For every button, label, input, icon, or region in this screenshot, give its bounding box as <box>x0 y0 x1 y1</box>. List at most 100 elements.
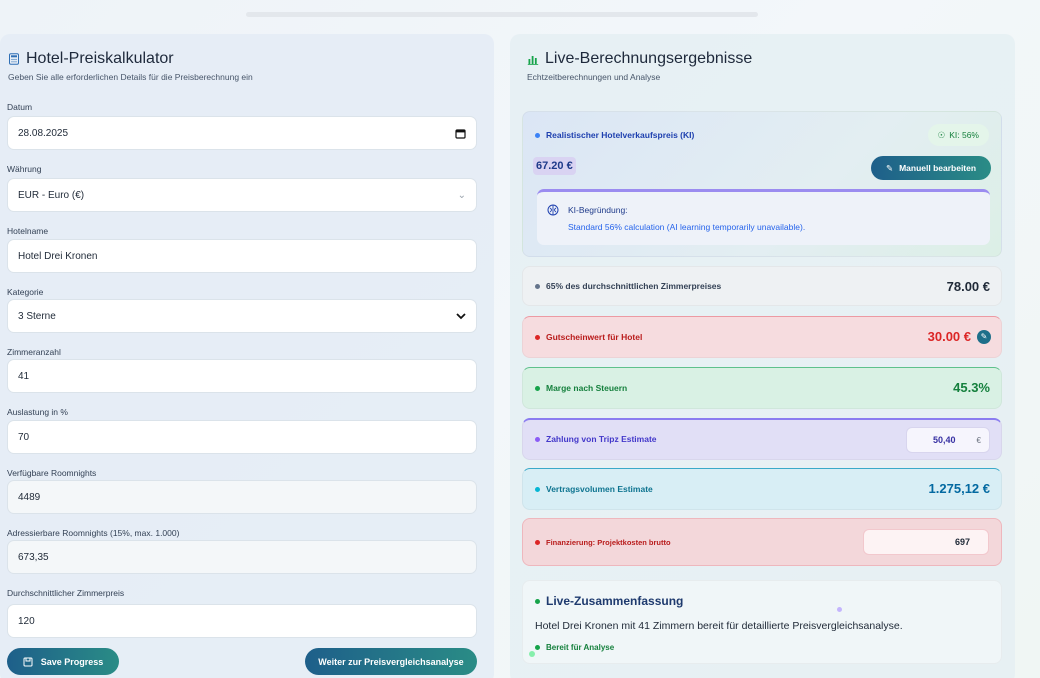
hotelname-value: Hotel Drei Kronen <box>18 250 98 262</box>
rooms-input[interactable]: 41 <box>7 359 477 393</box>
ki-reason-text: Standard 56% calculation (AI learning te… <box>568 222 806 232</box>
status-dot <box>535 486 540 492</box>
voucher-label: Gutscheinwert für Hotel <box>535 332 642 342</box>
calculator-title-text: Hotel-Preiskalkulator <box>26 50 174 67</box>
occupancy-input[interactable]: 70 <box>7 420 477 454</box>
chevron-down-icon <box>456 313 466 320</box>
avg-65-value: 78.00 € <box>946 279 990 294</box>
financing-input[interactable]: 697 <box>863 529 989 555</box>
status-dot <box>535 334 540 340</box>
tripz-label-text: Zahlung von Tripz Estimate <box>546 434 657 444</box>
margin-value: 45.3% <box>953 380 990 395</box>
category-label: Kategorie <box>7 287 44 297</box>
tripz-card: Zahlung von Tripz Estimate 50,40 € <box>522 418 1002 460</box>
status-dot <box>535 385 540 391</box>
ki-badge: ☉ KI: 56% <box>927 124 989 146</box>
tripz-input[interactable]: 50,40 € <box>906 427 990 453</box>
avg-65-label: 65% des durchschnittlichen Zimmerpreises <box>535 281 721 291</box>
brain-icon <box>547 204 559 216</box>
voucher-value: 30.00 € <box>927 329 971 344</box>
tripz-value: 50,40 <box>933 435 956 445</box>
margin-label-text: Marge nach Steuern <box>546 383 628 393</box>
results-subtitle: Echtzeitberechnungen und Analyse <box>527 72 661 82</box>
pencil-icon: ✎ <box>885 162 894 173</box>
available-roomnights-value: 4489 <box>18 491 41 503</box>
date-value: 28.08.2025 <box>18 127 69 139</box>
summary-status-text: Bereit für Analyse <box>546 643 615 652</box>
save-progress-label: Save Progress <box>40 656 104 667</box>
results-title: Live-Berechnungsergebnisse <box>527 50 752 68</box>
calculator-title: Hotel-Preiskalkulator <box>8 50 174 68</box>
save-icon <box>23 657 33 666</box>
occupancy-label: Auslastung in % <box>7 407 68 417</box>
calculator-icon <box>9 53 19 65</box>
avg-room-price-label: Durchschnittlicher Zimmerpreis <box>7 588 125 598</box>
addressable-roomnights-value: 673,35 <box>18 551 49 563</box>
next-analysis-button[interactable]: Weiter zur Preisvergleichsanalyse <box>305 648 477 675</box>
status-dot <box>535 598 540 604</box>
avg-room-price-input[interactable]: 120 <box>7 604 477 638</box>
results-title-text: Live-Berechnungsergebnisse <box>545 50 753 67</box>
available-roomnights-label: Verfügbare Roomnights <box>7 468 97 478</box>
live-summary-card: Live-Zusammenfassung Hotel Drei Kronen m… <box>522 580 1002 664</box>
avg-65-label-text: 65% des durchschnittlichen Zimmerpreises <box>546 281 722 291</box>
date-input[interactable]: 28.08.2025 <box>7 116 477 150</box>
contract-label-text: Vertragsvolumen Estimate <box>546 484 653 494</box>
financing-label: Finanzierung: Projektkosten brutto <box>535 538 671 547</box>
results-panel: Live-Berechnungsergebnisse Echtzeitberec… <box>510 34 1015 678</box>
margin-card: Marge nach Steuern 45.3% <box>522 367 1002 409</box>
brain-icon: ☉ <box>937 129 946 140</box>
margin-label: Marge nach Steuern <box>535 383 627 393</box>
status-dot <box>535 436 540 442</box>
manual-edit-button[interactable]: ✎ Manuell bearbeiten <box>871 156 991 180</box>
summary-title: Live-Zusammenfassung <box>535 594 683 608</box>
financing-card: Finanzierung: Projektkosten brutto 697 <box>522 518 1002 566</box>
hotelname-input[interactable]: Hotel Drei Kronen <box>7 239 477 273</box>
ki-price-value: 67.20 € <box>533 157 576 175</box>
contract-value: 1.275,12 € <box>928 481 990 496</box>
voucher-label-text: Gutscheinwert für Hotel <box>546 332 643 342</box>
contract-card: Vertragsvolumen Estimate 1.275,12 € <box>522 468 1002 510</box>
save-progress-button[interactable]: Save Progress <box>7 648 119 675</box>
bar-chart-icon <box>527 56 539 65</box>
avg-room-price-value: 120 <box>18 615 35 627</box>
voucher-card: Gutscheinwert für Hotel 30.00 € ✎ <box>522 316 1002 358</box>
date-label: Datum <box>7 102 33 112</box>
currency-value: EUR - Euro (€) <box>18 189 85 201</box>
status-dot <box>535 283 540 289</box>
top-progress-bar <box>246 12 758 17</box>
decor-dot <box>837 607 842 612</box>
ki-price-card: Realistischer Hotelverkaufspreis (KI) ☉ … <box>522 111 1002 257</box>
ki-badge-text: KI: 56% <box>949 130 979 140</box>
status-dot <box>535 645 540 650</box>
tripz-label: Zahlung von Tripz Estimate <box>535 434 657 444</box>
available-roomnights-field: 4489 <box>7 480 477 514</box>
ki-reason-box: KI-Begründung: Standard 56% calculation … <box>537 189 990 245</box>
category-value: 3 Sterne <box>18 310 56 322</box>
hotelname-label: Hotelname <box>7 226 49 236</box>
addressable-roomnights-label: Adressierbare Roomnights (15%, max. 1.00… <box>7 528 180 538</box>
ki-price-label: Realistischer Hotelverkaufspreis (KI) <box>535 130 694 140</box>
tripz-unit: € <box>976 435 981 445</box>
summary-title-text: Live-Zusammenfassung <box>546 594 684 608</box>
rooms-label: Zimmeranzahl <box>7 347 61 357</box>
financing-value: 697 <box>954 537 970 547</box>
status-dot <box>535 540 540 545</box>
manual-edit-label: Manuell bearbeiten <box>899 163 977 173</box>
ki-reason-title: KI-Begründung: <box>568 205 628 215</box>
summary-text: Hotel Drei Kronen mit 41 Zimmern bereit … <box>535 620 903 632</box>
edit-voucher-icon[interactable]: ✎ <box>977 329 991 344</box>
ki-price-label-text: Realistischer Hotelverkaufspreis (KI) <box>546 130 695 140</box>
currency-label: Währung <box>7 164 42 174</box>
addressable-roomnights-field: 673,35 <box>7 540 477 574</box>
chevron-down-icon: ⌄ <box>457 189 466 201</box>
voucher-value-group: 30.00 € ✎ <box>928 329 991 344</box>
currency-select[interactable]: EUR - Euro (€) ⌄ <box>7 178 477 212</box>
calendar-icon[interactable] <box>455 128 466 139</box>
category-select[interactable]: 3 Sterne <box>7 299 477 333</box>
next-analysis-label: Weiter zur Preisvergleichsanalyse <box>318 656 464 667</box>
summary-status: Bereit für Analyse <box>535 643 614 652</box>
calculator-subtitle: Geben Sie alle erforderlichen Details fü… <box>8 72 253 82</box>
financing-label-text: Finanzierung: Projektkosten brutto <box>546 538 671 547</box>
status-dot <box>535 132 540 138</box>
